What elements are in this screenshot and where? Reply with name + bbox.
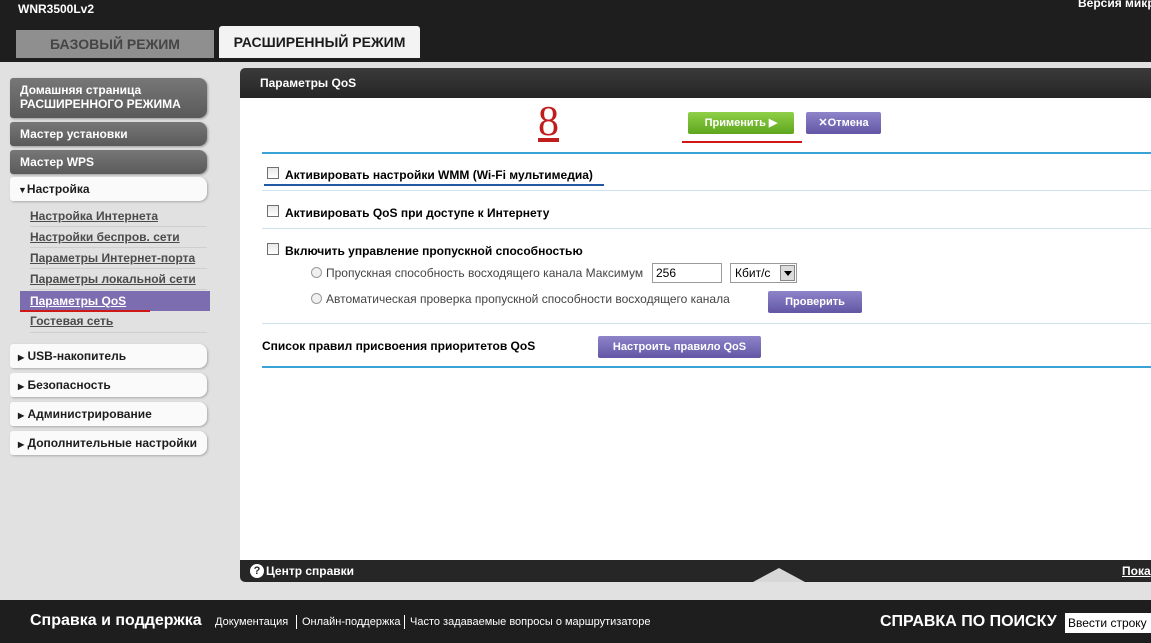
sidebar-group-security[interactable]: ▶ Безопасность — [10, 373, 207, 397]
sidebar-item-internet-setup[interactable]: Настройка Интернета — [30, 206, 207, 227]
chevron-down-icon: ▼ — [18, 185, 27, 195]
sidebar-group-advanced-settings[interactable]: ▶ Дополнительные настройки — [10, 431, 207, 455]
help-icon[interactable]: ? — [250, 564, 264, 578]
top-bar: WNR3500Lv2 Версия микр БАЗОВЫЙ РЕЖИМ РАС… — [0, 0, 1151, 62]
support-title: Справка и поддержка — [30, 612, 202, 629]
chevron-right-icon: ▶ — [18, 440, 25, 449]
panel-footer: ? Центр справки Пока — [240, 560, 1151, 582]
sidebar-group-usb-storage[interactable]: ▶ USB-накопитель — [10, 344, 207, 368]
sidebar-item-wan-settings[interactable]: Параметры Интернет-порта — [30, 248, 207, 269]
search-input[interactable]: Ввести строку — [1065, 613, 1151, 633]
qos-internet-checkbox[interactable] — [267, 205, 279, 217]
router-model: WNR3500Lv2 — [18, 2, 95, 16]
chevron-right-icon: ▶ — [18, 353, 25, 362]
sidebar-item-wps-wizard[interactable]: Мастер WPS — [10, 150, 207, 174]
documentation-link[interactable]: Документация — [215, 616, 288, 628]
sidebar-home-line2: РАСШИРЕННОГО РЕЖИМА — [20, 97, 181, 111]
cancel-button[interactable]: ✕Отмена — [806, 112, 881, 134]
annotation-underline-sidebar — [20, 310, 150, 312]
section-divider — [262, 366, 1151, 368]
annotation-step-number: 8 — [538, 99, 559, 145]
auto-check-radio[interactable] — [311, 293, 322, 304]
sidebar-item-wireless-settings[interactable]: Настройки беспров. сети — [30, 227, 207, 248]
chevron-right-icon: ▶ — [18, 382, 25, 391]
link-separator — [404, 615, 405, 629]
sidebar-item-lan-settings[interactable]: Параметры локальной сети — [30, 269, 207, 290]
link-separator — [296, 615, 297, 629]
chevron-right-icon: ▶ — [18, 411, 25, 420]
sidebar-group-setup[interactable]: ▼Настройка — [10, 177, 207, 201]
sidebar-group-label: Администрирование — [27, 407, 152, 421]
tab-basic-mode[interactable]: БАЗОВЫЙ РЕЖИМ — [16, 30, 214, 58]
section-divider — [262, 228, 1151, 229]
annotation-underline-apply — [682, 141, 802, 143]
online-support-link[interactable]: Онлайн-поддержка — [302, 616, 400, 628]
show-help-link[interactable]: Пока — [1122, 560, 1151, 582]
qos-internet-label: Активировать QoS при доступе к Интернету — [285, 206, 550, 220]
bandwidth-control-label: Включить управление пропускной способнос… — [285, 244, 583, 258]
annotation-underline-wmm — [264, 184, 604, 186]
active-indicator-arrow — [200, 291, 210, 311]
main-panel: Параметры QoS 8 Применить ▶ ✕Отмена Акти… — [240, 68, 1151, 582]
bottom-bar: Справка и поддержка Документация Онлайн-… — [0, 600, 1151, 643]
sidebar-group-administration[interactable]: ▶ Администрирование — [10, 402, 207, 426]
bandwidth-unit-value: Кбит/с — [735, 266, 771, 280]
tab-advanced-mode[interactable]: РАСШИРЕННЫЙ РЕЖИМ — [219, 26, 420, 58]
apply-button[interactable]: Применить ▶ — [688, 112, 794, 134]
dropdown-arrow-icon — [780, 265, 795, 281]
uplink-max-label: Пропускная способность восходящего канал… — [326, 266, 644, 280]
sidebar-home-line1: Домашняя страница — [20, 83, 142, 97]
sidebar-group-label: Безопасность — [27, 378, 111, 392]
sidebar-group-label: Настройка — [26, 182, 90, 196]
sidebar-group-label: USB-накопитель — [27, 349, 127, 363]
section-divider — [262, 190, 1151, 191]
configure-qos-rule-button[interactable]: Настроить правило QoS — [598, 336, 761, 358]
check-bandwidth-button[interactable]: Проверить — [768, 291, 862, 313]
sidebar-divider — [30, 332, 207, 333]
sidebar-item-qos-settings[interactable]: Параметры QoS — [20, 291, 210, 311]
faq-link[interactable]: Часто задаваемые вопросы о маршрутизатор… — [410, 616, 651, 628]
expand-up-icon[interactable] — [753, 568, 805, 582]
section-divider — [262, 323, 1151, 324]
sidebar-item-setup-wizard[interactable]: Мастер установки — [10, 122, 207, 146]
sidebar-item-guest-network[interactable]: Гостевая сеть — [30, 311, 207, 332]
firmware-version-label: Версия микр — [1078, 0, 1151, 10]
uplink-bandwidth-input[interactable]: 256 — [652, 263, 722, 283]
wmm-checkbox[interactable] — [267, 167, 279, 179]
section-divider — [262, 152, 1151, 154]
bandwidth-control-checkbox[interactable] — [267, 243, 279, 255]
help-center-link[interactable]: Центр справки — [266, 560, 354, 582]
auto-check-label: Автоматическая проверка пропускной спосо… — [326, 292, 730, 306]
sidebar-group-label: Дополнительные настройки — [27, 436, 198, 450]
wmm-label: Активировать настройки WMM (Wi-Fi мульти… — [285, 168, 593, 182]
uplink-max-radio[interactable] — [311, 267, 322, 278]
sidebar-item-advanced-home[interactable]: Домашняя страница РАСШИРЕННОГО РЕЖИМА — [10, 78, 207, 118]
qos-rules-label: Список правил присвоения приоритетов QoS — [262, 339, 536, 353]
search-help-title: СПРАВКА ПО ПОИСКУ — [880, 613, 1057, 630]
page-title: Параметры QoS — [240, 68, 1151, 98]
bandwidth-unit-select[interactable]: Кбит/с — [730, 263, 797, 283]
